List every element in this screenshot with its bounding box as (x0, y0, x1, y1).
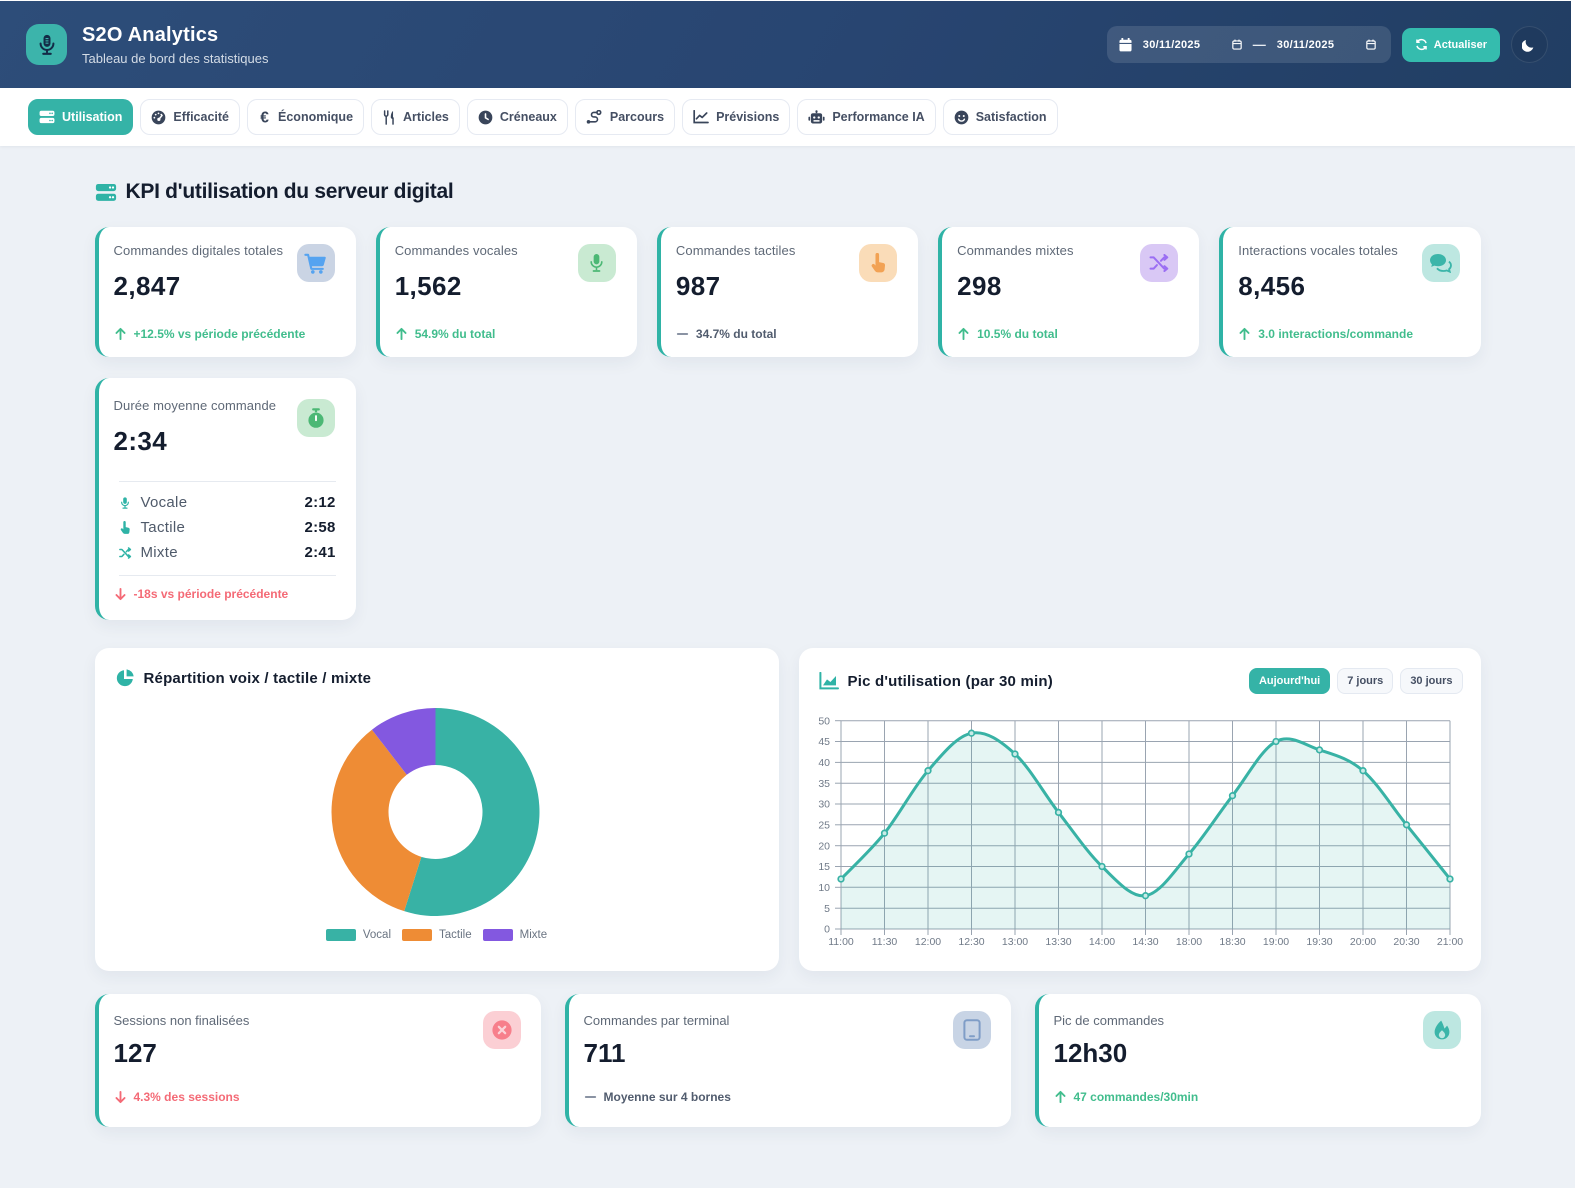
svg-text:18:30: 18:30 (1219, 936, 1245, 948)
svg-text:12:30: 12:30 (958, 936, 984, 948)
svg-text:20:00: 20:00 (1349, 936, 1375, 948)
svg-text:0: 0 (824, 924, 830, 936)
svg-text:13:30: 13:30 (1045, 936, 1071, 948)
svg-text:11:00: 11:00 (828, 936, 854, 948)
svg-text:14:30: 14:30 (1132, 936, 1158, 948)
svg-text:12:00: 12:00 (914, 936, 940, 948)
svg-text:40: 40 (818, 757, 830, 769)
svg-text:25: 25 (818, 820, 830, 832)
svg-text:20:30: 20:30 (1393, 936, 1419, 948)
svg-text:19:30: 19:30 (1306, 936, 1332, 948)
svg-text:45: 45 (818, 736, 830, 748)
svg-text:€: € (260, 110, 269, 125)
svg-text:30: 30 (818, 799, 830, 811)
svg-text:14:00: 14:00 (1088, 936, 1114, 948)
svg-text:5: 5 (824, 903, 830, 915)
svg-text:18:00: 18:00 (1175, 936, 1201, 948)
svg-text:21:00: 21:00 (1436, 936, 1462, 948)
svg-text:15: 15 (818, 861, 830, 873)
svg-text:50: 50 (818, 715, 830, 727)
svg-text:20: 20 (818, 840, 830, 852)
svg-text:11:30: 11:30 (871, 936, 897, 948)
svg-text:19:00: 19:00 (1262, 936, 1288, 948)
svg-text:10: 10 (818, 882, 830, 894)
svg-text:35: 35 (818, 778, 830, 790)
svg-text:13:00: 13:00 (1001, 936, 1027, 948)
